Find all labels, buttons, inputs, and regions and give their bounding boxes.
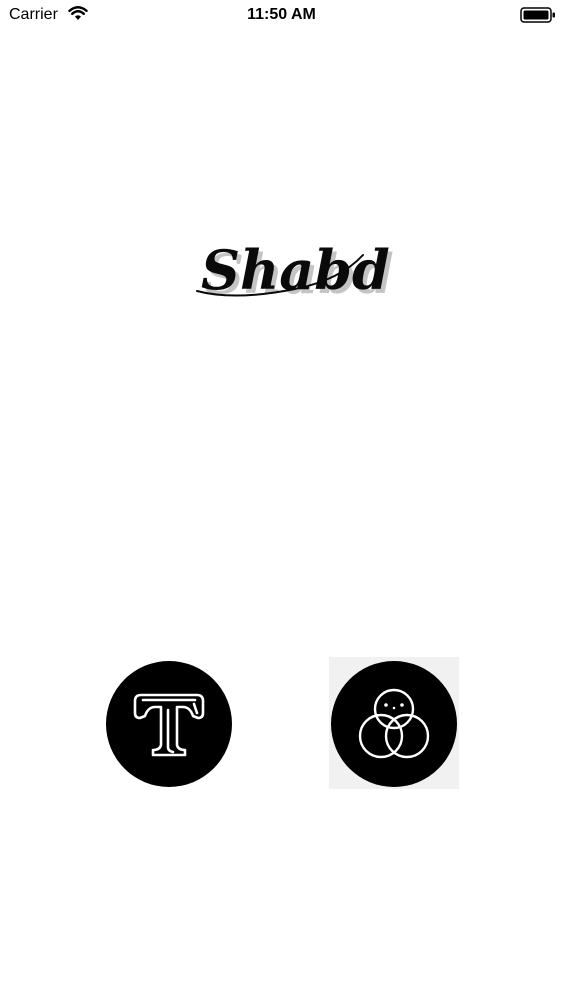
app-logo: Shabd Shabd bbox=[196, 238, 394, 306]
overlapping-circles-face-icon bbox=[358, 688, 430, 759]
image-mode-button[interactable] bbox=[331, 661, 457, 787]
status-bar: Carrier 11:50 AM bbox=[0, 0, 563, 30]
text-mode-button[interactable] bbox=[106, 661, 232, 787]
logo-text: Shabd bbox=[201, 238, 390, 302]
status-time: 11:50 AM bbox=[247, 6, 316, 23]
home-screen: Carrier 11:50 AM Shabd Shabd bbox=[0, 0, 563, 1000]
text-t-icon bbox=[133, 693, 205, 757]
battery-icon bbox=[520, 7, 555, 23]
